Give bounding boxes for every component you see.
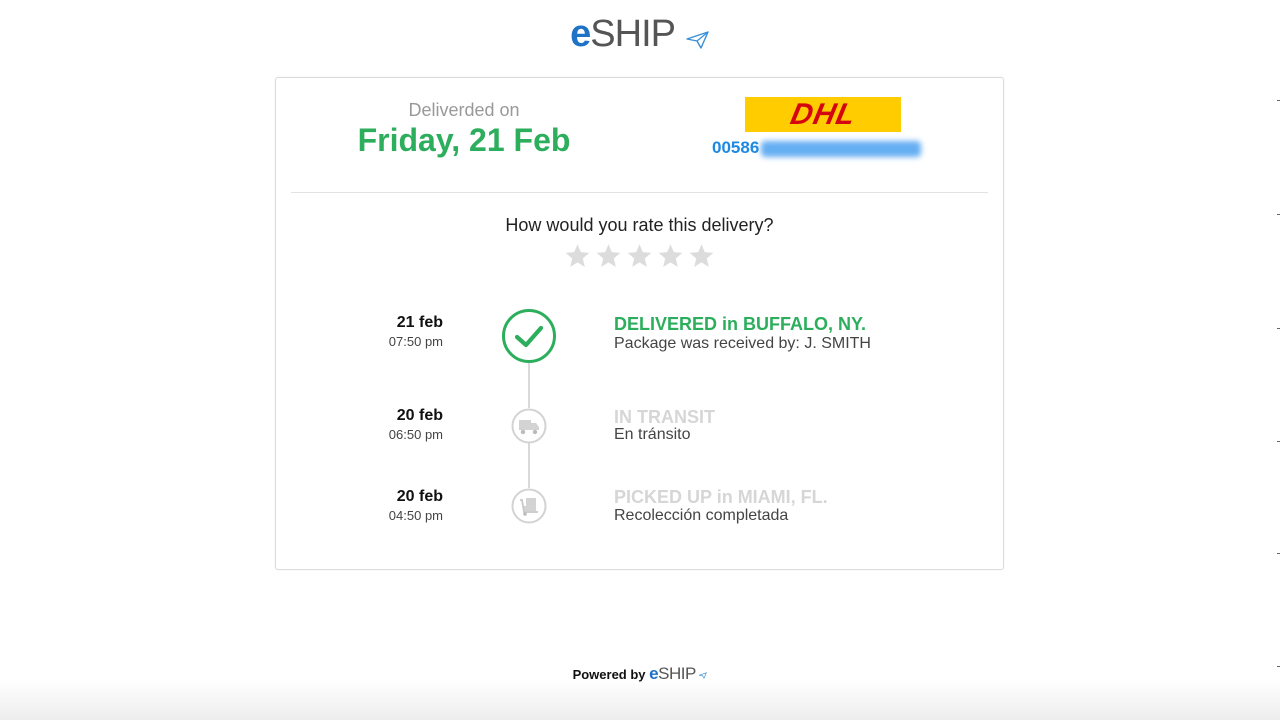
logo-ship: SHIP bbox=[590, 13, 675, 55]
dolly-icon bbox=[511, 488, 547, 524]
footer-eship-logo[interactable]: eSHIP bbox=[649, 664, 696, 683]
delivered-date: Friday, 21 Feb bbox=[357, 122, 571, 158]
bottom-shade bbox=[0, 680, 1280, 720]
event-time: 06:50 pm bbox=[388, 427, 443, 442]
timeline-connector bbox=[528, 363, 530, 408]
event-date: 20 feb bbox=[396, 488, 443, 505]
delivered-on-label: Deliverded on bbox=[408, 100, 520, 120]
event-detail: Package was received by: J. SMITH bbox=[614, 335, 871, 352]
paper-plane-icon bbox=[698, 672, 708, 679]
paper-plane-icon bbox=[686, 31, 709, 49]
check-icon bbox=[502, 309, 556, 363]
tracking-number[interactable]: 00586 bbox=[712, 138, 922, 158]
rating-star-4[interactable] bbox=[657, 242, 684, 270]
truck-icon bbox=[511, 408, 547, 444]
powered-by: Powered by eSHIP bbox=[0, 664, 1280, 684]
rating-star-2[interactable] bbox=[595, 242, 622, 270]
event-status: DELIVERED in BUFFALO, NY. bbox=[614, 314, 867, 334]
event-date: 20 feb bbox=[396, 407, 443, 424]
rating-stars bbox=[564, 242, 715, 270]
tracking-number-visible: 00586 bbox=[712, 138, 760, 157]
eship-logo[interactable]: eSHIP bbox=[0, 10, 1280, 58]
event-status: IN TRANSIT bbox=[614, 407, 715, 427]
tracking-card: Deliverded on Friday, 21 Feb DHL 00586 H… bbox=[275, 77, 1004, 570]
event-detail: Recolección completada bbox=[614, 507, 789, 524]
event-time: 04:50 pm bbox=[388, 508, 443, 523]
footer-logo-ship: SHIP bbox=[658, 664, 696, 683]
powered-by-label: Powered by bbox=[572, 667, 646, 682]
event-time: 07:50 pm bbox=[388, 334, 443, 349]
timeline-connector bbox=[528, 443, 530, 488]
divider bbox=[291, 192, 988, 193]
event-date: 21 feb bbox=[396, 314, 443, 331]
rating-star-3[interactable] bbox=[626, 242, 653, 270]
logo-e: e bbox=[570, 13, 591, 55]
event-status: PICKED UP in MIAMI, FL. bbox=[614, 487, 828, 507]
event-detail: En tránsito bbox=[614, 426, 691, 443]
rating-star-1[interactable] bbox=[564, 242, 591, 270]
tracking-number-redacted bbox=[761, 140, 922, 157]
rating-question: How would you rate this delivery? bbox=[505, 215, 774, 235]
carrier-name: DHL bbox=[787, 97, 859, 131]
rating-star-5[interactable] bbox=[688, 242, 715, 270]
footer-logo-e: e bbox=[649, 664, 659, 683]
carrier-logo: DHL bbox=[745, 97, 901, 132]
